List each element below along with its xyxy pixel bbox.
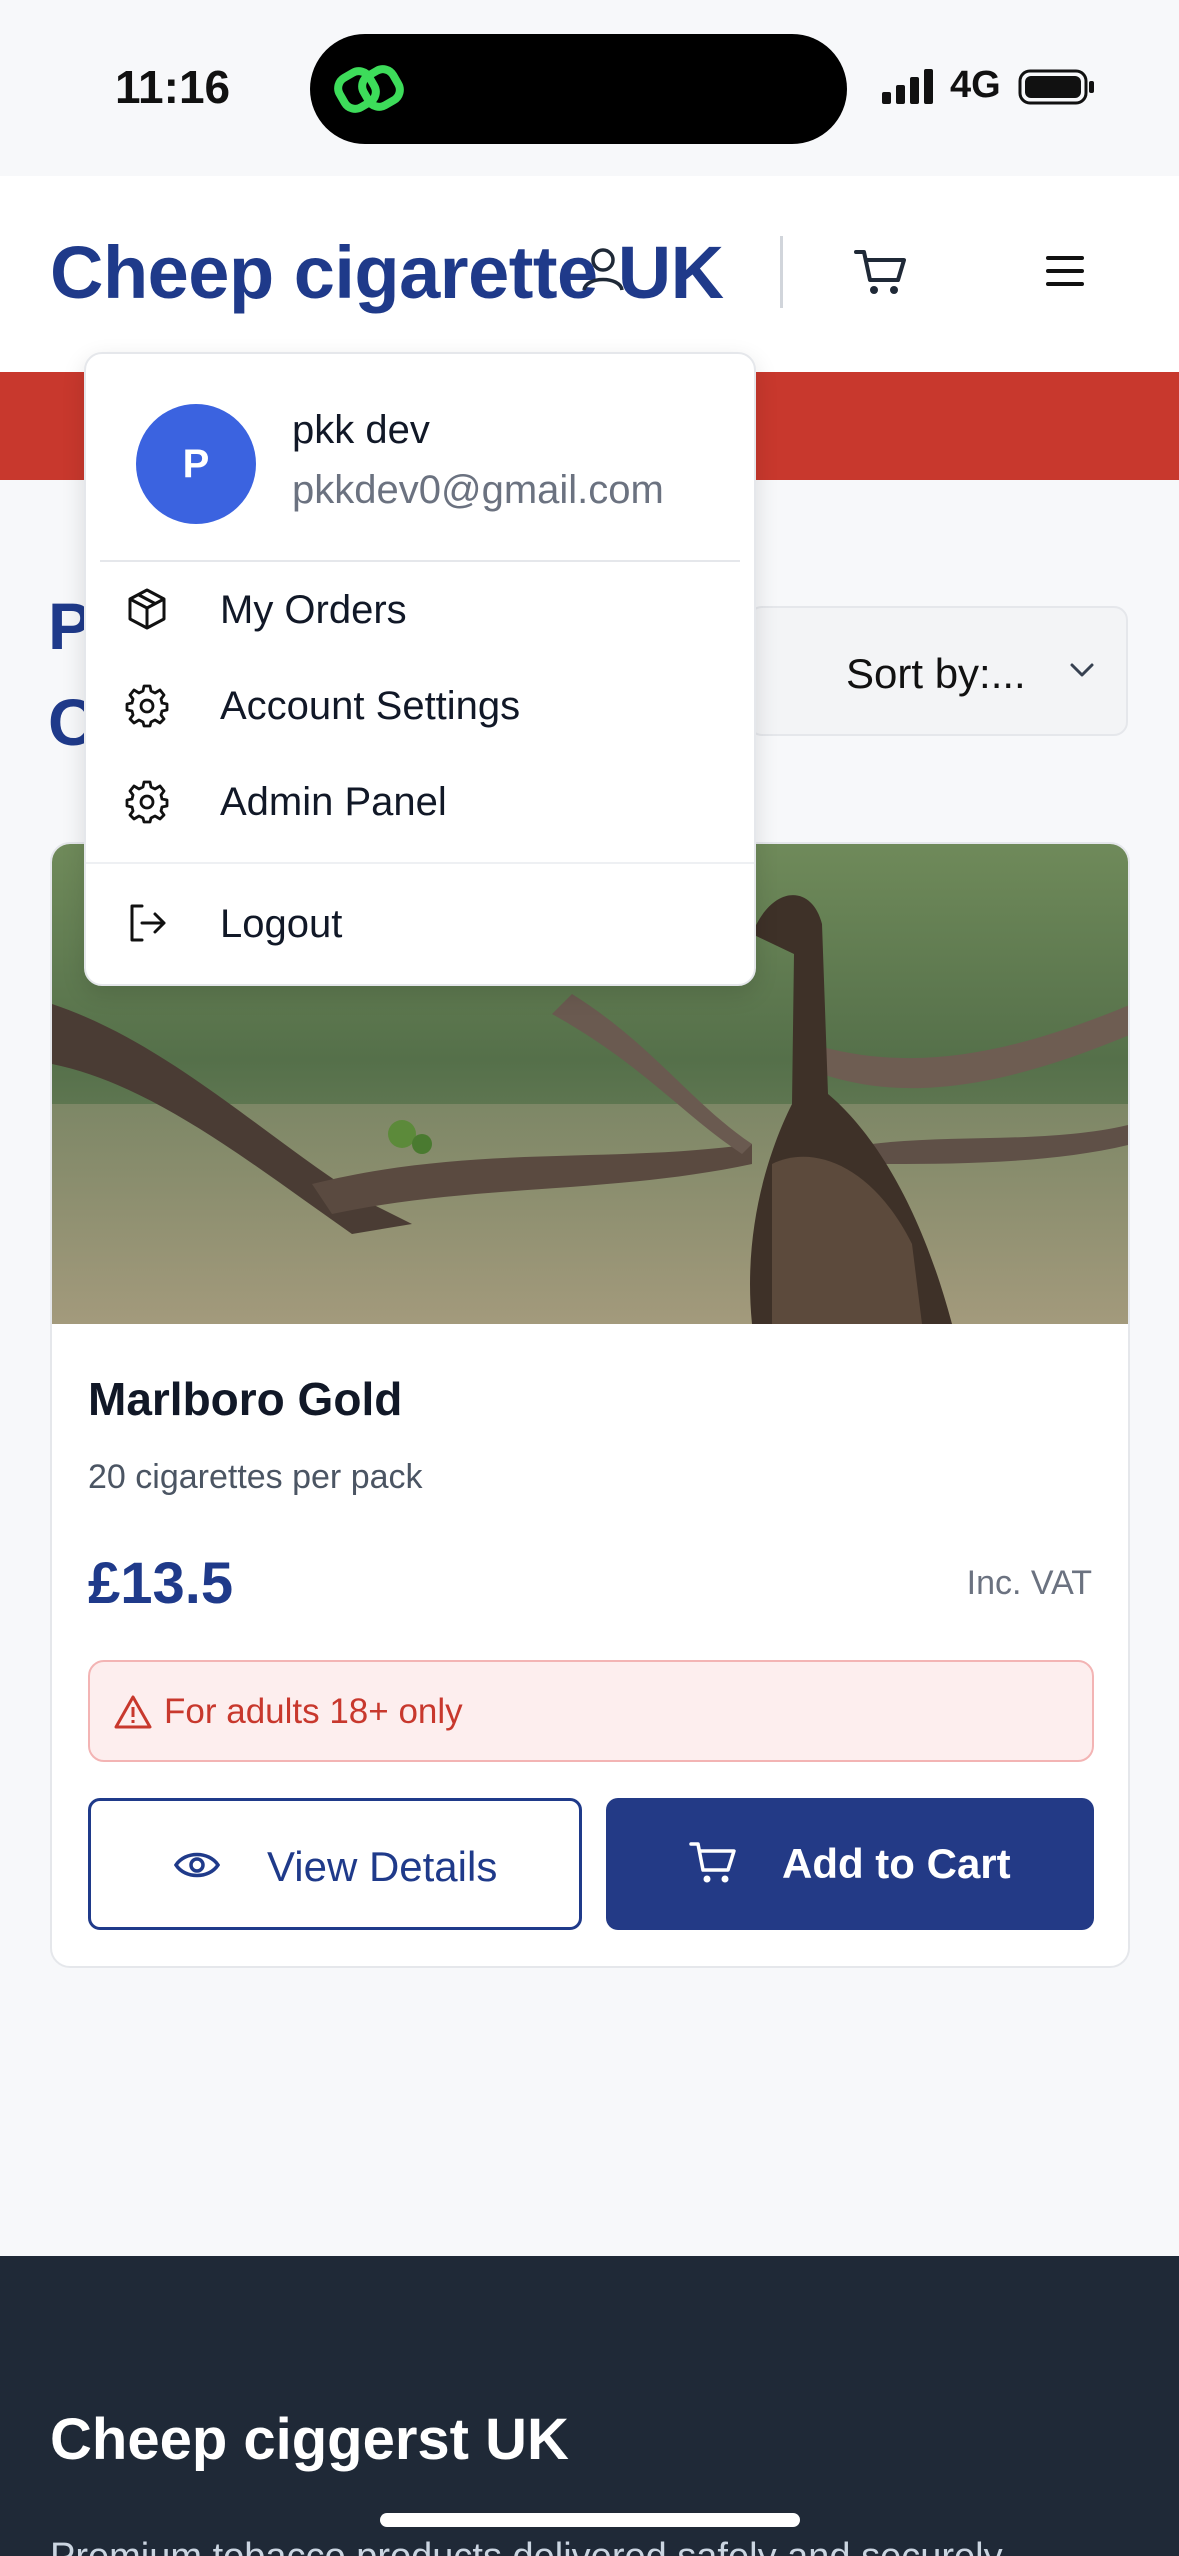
cart-icon[interactable] [852,244,908,300]
menu-divider [86,862,754,864]
product-description: 20 cigarettes per pack [88,1458,423,1496]
eye-icon [173,1852,221,1878]
menu-item-label: My Orders [220,588,407,632]
age-warning-badge: For adults 18+ only [88,1660,1094,1762]
user-email: pkkdev0@gmail.com [292,468,664,512]
menu-item-label: Account Settings [220,684,521,728]
status-time: 11:16 [115,61,231,113]
user-name: pkk dev [292,408,430,452]
gear-icon [125,780,169,824]
user-dropdown-menu: P pkk dev pkkdev0@gmail.com My Orders Ac… [84,352,756,986]
logout-icon [130,904,166,942]
menu-divider [100,560,740,562]
menu-item-label: Logout [220,902,343,946]
warning-icon [114,1695,152,1729]
chevron-down-icon [1070,663,1094,677]
status-bar: 11:16 4G [0,0,1179,176]
menu-item-account-settings[interactable]: Account Settings [86,660,754,750]
menu-item-my-orders[interactable]: My Orders [86,564,754,654]
package-icon [128,588,166,630]
gear-icon [125,684,169,728]
network-type: 4G [950,64,1001,106]
product-card: Marlboro Gold 20 cigarettes per pack £13… [50,842,1130,1968]
add-to-cart-button[interactable]: Add to Cart [606,1798,1094,1930]
site-header: Cheep cigarette UK [0,176,1179,373]
vat-note: Inc. VAT [966,1564,1092,1602]
home-indicator[interactable] [380,2513,800,2527]
avatar: P [136,404,256,524]
sort-select[interactable]: Sort by:... [748,606,1128,736]
site-footer: Cheep ciggerst UK Premium tobacco produc… [0,2256,1179,2556]
cart-icon [689,1842,736,1883]
view-details-label: View Details [267,1843,498,1890]
menu-item-admin-panel[interactable]: Admin Panel [86,756,754,846]
user-icon[interactable] [578,244,628,294]
menu-item-logout[interactable]: Logout [86,878,754,968]
view-details-button[interactable]: View Details [88,1798,582,1930]
dynamic-island [310,34,847,144]
battery-icon [1018,69,1094,105]
product-price: £13.5 [88,1551,234,1616]
hamburger-menu-icon[interactable] [1040,248,1090,294]
age-warning-text: For adults 18+ only [164,1692,463,1731]
product-name[interactable]: Marlboro Gold [88,1372,402,1426]
add-to-cart-label: Add to Cart [782,1840,1011,1887]
menu-item-label: Admin Panel [220,780,447,824]
header-divider [780,236,783,308]
footer-text: Premium tobacco products delivered safel… [50,2536,1003,2556]
link-app-icon [334,65,404,113]
sort-select-label: Sort by:... [846,650,1026,697]
footer-title: Cheep ciggerst UK [50,2407,569,2472]
cellular-signal-icon [882,69,933,104]
